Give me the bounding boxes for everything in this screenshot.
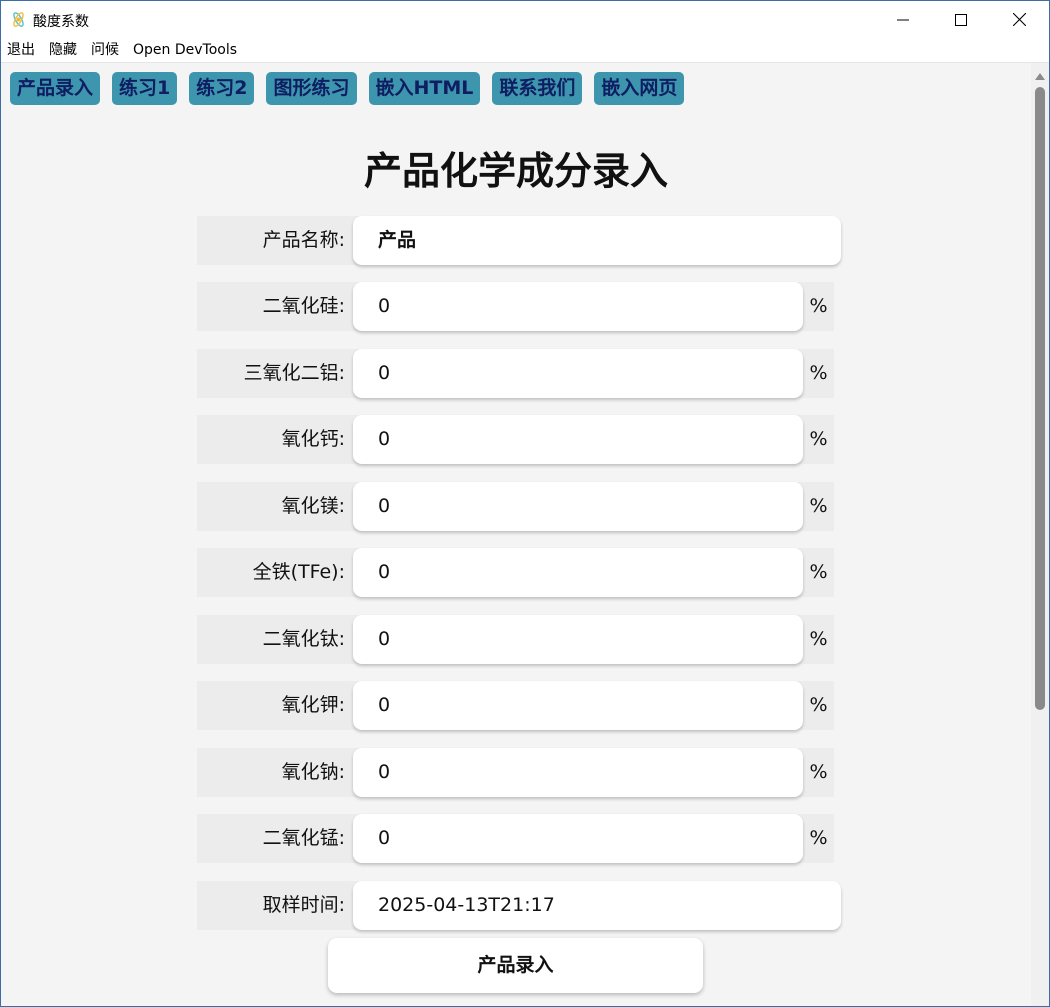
tab-contact-us[interactable]: 联系我们 [492, 72, 583, 105]
main-content: 产品录入 练习1 练习2 图形练习 嵌入HTML 联系我们 嵌入网页 产品化学成… [1, 63, 1031, 1006]
product-name-input[interactable]: 产品 [353, 216, 841, 265]
component-input-na2o[interactable]: 0 [353, 748, 803, 797]
component-row-tfe: 全铁(TFe): 0 % [197, 548, 834, 597]
tab-practice-2[interactable]: 练习2 [189, 72, 255, 105]
product-name-label: 产品名称: [262, 229, 345, 251]
component-input-al2o3[interactable]: 0 [353, 349, 803, 398]
sample-time-label: 取样时间: [262, 894, 345, 916]
component-input-k2o[interactable]: 0 [353, 681, 803, 730]
menu-item-devtools[interactable]: Open DevTools [133, 38, 237, 63]
menu-item-hide[interactable]: 隐藏 [49, 38, 77, 63]
component-row-k2o: 氧化钾: 0 % [197, 681, 834, 730]
component-row-mno2: 二氧化锰: 0 % [197, 814, 834, 863]
tab-practice-1[interactable]: 练习1 [112, 72, 178, 105]
component-label: 氧化镁: [281, 495, 345, 517]
percent-unit: % [809, 761, 828, 783]
component-row-cao: 氧化钙: 0 % [197, 415, 834, 464]
menu-item-exit[interactable]: 退出 [7, 38, 35, 63]
component-input-tfe[interactable]: 0 [353, 548, 803, 597]
minimize-icon [897, 14, 909, 26]
component-label: 二氧化锰: [262, 827, 345, 849]
component-row-tio2: 二氧化钛: 0 % [197, 615, 834, 664]
close-icon [1012, 13, 1026, 26]
title-bar: 酸度系数 [1, 1, 1049, 38]
tab-embed-html[interactable]: 嵌入HTML [368, 72, 481, 105]
close-button[interactable] [990, 1, 1048, 38]
window-title: 酸度系数 [33, 14, 89, 30]
component-row-na2o: 氧化钠: 0 % [197, 748, 834, 797]
product-name-row: 产品名称: 产品 [197, 216, 841, 265]
component-input-mgo[interactable]: 0 [353, 482, 803, 531]
component-label: 氧化钙: [281, 428, 345, 450]
sample-time-input[interactable]: 2025-04-13T21:17 [353, 881, 841, 930]
minimize-button[interactable] [874, 1, 932, 38]
component-input-sio2[interactable]: 0 [353, 282, 803, 331]
percent-unit: % [809, 561, 828, 583]
app-window: 酸度系数 退出 隐藏 问候 Open DevTools 产品录入 练习1 练习2 [0, 0, 1050, 1007]
page-title: 产品化学成分录入 [363, 149, 668, 193]
sample-time-row: 取样时间: 2025-04-13T21:17 [197, 881, 841, 930]
percent-unit: % [809, 694, 828, 716]
component-row-al2o3: 三氧化二铝: 0 % [197, 349, 834, 398]
component-label: 氧化钾: [281, 694, 345, 716]
maximize-icon [955, 13, 967, 26]
component-label: 二氧化钛: [262, 628, 345, 650]
component-label: 三氧化二铝: [243, 362, 345, 384]
tab-embed-webpage[interactable]: 嵌入网页 [594, 72, 685, 105]
component-label: 氧化钠: [281, 761, 345, 783]
scrollbar-thumb[interactable] [1035, 87, 1045, 710]
component-label: 全铁(TFe): [252, 561, 345, 583]
percent-unit: % [809, 428, 828, 450]
scroll-up-arrow-icon[interactable] [1031, 69, 1049, 83]
tab-graphics-practice[interactable]: 图形练习 [266, 72, 357, 105]
percent-unit: % [809, 495, 828, 517]
percent-unit: % [809, 295, 828, 317]
component-row-sio2: 二氧化硅: 0 % [197, 282, 834, 331]
component-row-mgo: 氧化镁: 0 % [197, 482, 834, 531]
component-input-tio2[interactable]: 0 [353, 615, 803, 664]
electron-app-icon [10, 11, 27, 28]
component-label: 二氧化硅: [262, 295, 345, 317]
percent-unit: % [809, 827, 828, 849]
percent-unit: % [809, 362, 828, 384]
product-entry-submit-button[interactable]: 产品录入 [328, 938, 703, 993]
vertical-scrollbar[interactable] [1031, 63, 1049, 1006]
menu-item-greet[interactable]: 问候 [91, 38, 119, 63]
component-input-cao[interactable]: 0 [353, 415, 803, 464]
menu-bar: 退出 隐藏 问候 Open DevTools [1, 38, 1049, 63]
component-input-mno2[interactable]: 0 [353, 814, 803, 863]
tab-bar: 产品录入 练习1 练习2 图形练习 嵌入HTML 联系我们 嵌入网页 [10, 72, 696, 105]
tab-product-entry[interactable]: 产品录入 [10, 72, 101, 105]
maximize-button[interactable] [932, 1, 990, 38]
percent-unit: % [809, 628, 828, 650]
